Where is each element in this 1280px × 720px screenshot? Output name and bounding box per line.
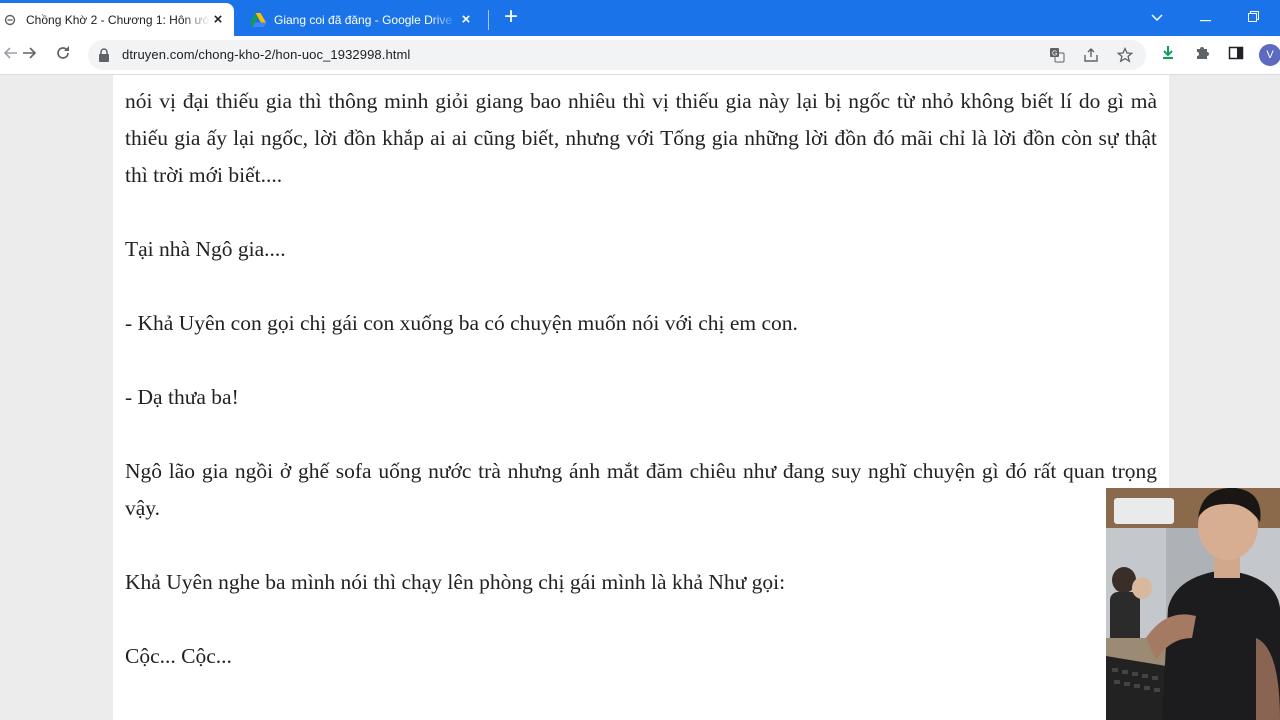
url-text: dtruyen.com/chong-kho-2/hon-uoc_1932998.… — [122, 47, 411, 62]
tab-chong-kho-2[interactable]: Chồng Khờ 2 - Chương 1: Hôn ước × — [0, 3, 234, 36]
paragraph: Ngô lão gia ngồi ở ghế sofa uống nước tr… — [125, 459, 1157, 520]
minimize-icon[interactable] — [1193, 6, 1217, 28]
page-icon — [2, 12, 18, 28]
close-tab-icon[interactable]: × — [458, 11, 474, 28]
svg-text:G: G — [1052, 51, 1057, 58]
paragraph: nói vị đại thiếu gia thì thông minh giỏi… — [125, 89, 1157, 187]
new-tab-icon[interactable]: + — [500, 5, 522, 29]
tab-divider — [488, 10, 489, 30]
extensions-puzzle-icon[interactable] — [1192, 45, 1212, 65]
paragraph: Cộc... Cộc... — [125, 644, 232, 668]
translate-icon[interactable]: G — [1048, 47, 1066, 65]
close-tab-icon[interactable]: × — [210, 11, 226, 28]
reload-icon[interactable] — [52, 44, 74, 66]
tab-title: Giang coi đã đăng - Google Drive — [274, 12, 453, 27]
share-icon[interactable] — [1082, 47, 1100, 65]
address-bar[interactable]: dtruyen.com/chong-kho-2/hon-uoc_1932998.… — [88, 40, 1146, 70]
browser-toolbar: dtruyen.com/chong-kho-2/hon-uoc_1932998.… — [0, 36, 1280, 75]
profile-avatar[interactable]: V — [1259, 44, 1280, 66]
tab-google-drive[interactable]: Giang coi đã đăng - Google Drive × — [238, 3, 482, 36]
tab-strip: Chồng Khờ 2 - Chương 1: Hôn ước × Giang … — [0, 0, 1280, 36]
download-extension-icon[interactable] — [1158, 45, 1178, 65]
lock-icon[interactable] — [98, 48, 110, 62]
bookmark-star-icon[interactable] — [1116, 46, 1134, 65]
forward-arrow-icon[interactable] — [18, 44, 40, 66]
tab-search-icon[interactable] — [1145, 6, 1169, 28]
chapter-content: nói vị đại thiếu gia thì thông minh giỏi… — [113, 75, 1169, 720]
chapter-text: nói vị đại thiếu gia thì thông minh giỏi… — [125, 83, 1157, 675]
paragraph: Tại nhà Ngô gia.... — [125, 237, 286, 261]
side-panel-icon[interactable] — [1226, 45, 1246, 65]
webcam-video-frame — [1106, 488, 1280, 720]
paragraph: - Khả Uyên con gọi chị gái con xuống ba … — [125, 311, 798, 335]
tab-title: Chồng Khờ 2 - Chương 1: Hôn ước — [26, 12, 210, 27]
paragraph: Khả Uyên nghe ba mình nói thì chạy lên p… — [125, 570, 786, 594]
webcam-overlay — [1106, 488, 1280, 720]
google-drive-icon — [250, 12, 266, 28]
paragraph: - Dạ thưa ba! — [125, 385, 239, 409]
restore-icon[interactable] — [1241, 6, 1265, 28]
